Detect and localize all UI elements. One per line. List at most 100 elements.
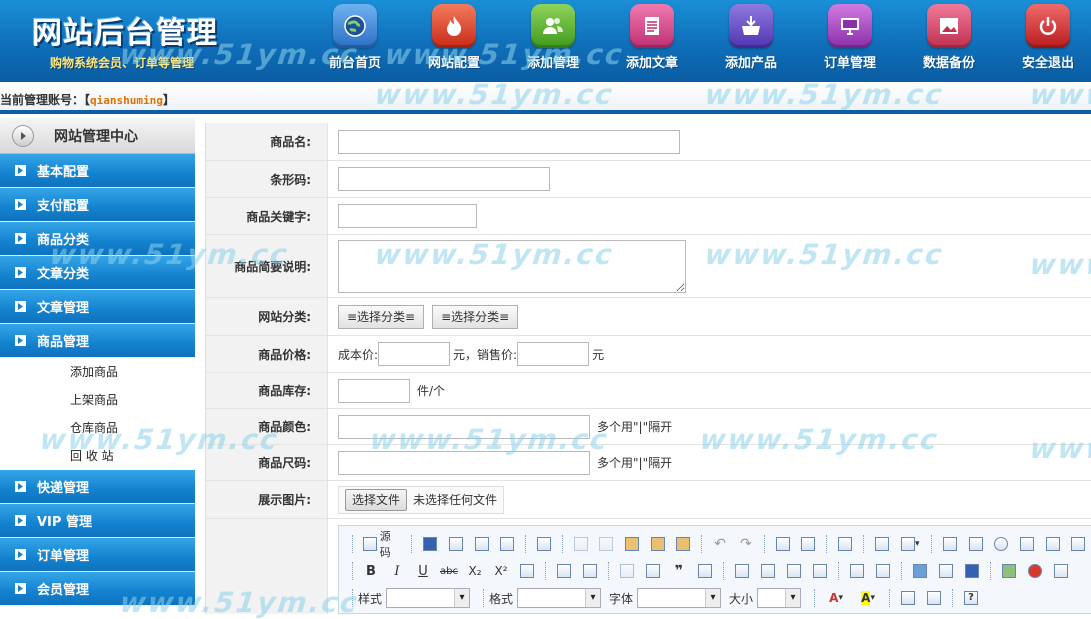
select-field-button[interactable] [1067, 534, 1089, 554]
text-color-button[interactable]: A ▾ [822, 588, 850, 608]
cost-price-input[interactable] [378, 342, 451, 366]
submenu-item-listed-products[interactable]: 上架商品 [0, 386, 195, 414]
spellcheck-button[interactable] [871, 534, 893, 554]
sidebar-item-basic-config[interactable]: 基本配置 [0, 154, 195, 188]
rtl-button[interactable] [872, 561, 894, 581]
format-select[interactable] [517, 588, 602, 608]
sidebar-item-product-management[interactable]: 商品管理 [0, 324, 195, 358]
align-right-icon [787, 564, 801, 578]
select-category-button-1[interactable]: ≡选择分类≡ [338, 304, 425, 329]
description-textarea[interactable] [338, 239, 686, 293]
sidebar-item-order-management[interactable]: 订单管理 [0, 538, 195, 572]
unlink-button[interactable] [935, 561, 957, 581]
indent-button[interactable] [642, 561, 664, 581]
flash-button[interactable] [1024, 561, 1046, 581]
find-button[interactable] [772, 534, 794, 554]
choose-file-button[interactable]: 选择文件 [345, 488, 408, 511]
radio-button[interactable] [990, 534, 1012, 554]
align-center-icon [761, 564, 775, 578]
select-category-button-2[interactable]: ≡选择分类≡ [432, 304, 519, 329]
table-button[interactable] [1050, 561, 1072, 581]
sidebar-item-article-category[interactable]: 文章分类 [0, 256, 195, 290]
replace-button[interactable] [797, 534, 819, 554]
form-button[interactable] [939, 534, 961, 554]
align-center-button[interactable] [757, 561, 779, 581]
paste-text-button[interactable] [647, 534, 669, 554]
source-button[interactable]: 源码 [360, 530, 404, 559]
submenu-item-recycle-bin[interactable]: 回 收 站 [0, 442, 195, 470]
product-name-input[interactable] [338, 129, 680, 154]
remove-format-button[interactable] [516, 561, 538, 581]
textfield-button[interactable] [1016, 534, 1038, 554]
nav-logout[interactable]: 安全退出 [1008, 4, 1088, 71]
bg-color-button[interactable]: A ▾ [854, 588, 882, 608]
sidebar-item-article-management[interactable]: 文章管理 [0, 290, 195, 324]
ltr-button[interactable] [846, 561, 868, 581]
nav-add-admin[interactable]: 添加管理 [513, 4, 593, 71]
keywords-input[interactable] [338, 204, 477, 228]
barcode-input[interactable] [338, 167, 550, 191]
nav-add-product[interactable]: 添加产品 [711, 4, 791, 71]
subscript-button[interactable]: X₂ [464, 561, 486, 581]
italic-button[interactable]: I [386, 561, 408, 581]
size-input[interactable] [338, 450, 590, 475]
sidebar-item-member-management[interactable]: 会员管理 [0, 572, 195, 606]
textarea-button[interactable] [1042, 534, 1064, 554]
redo-button[interactable]: ↷ [735, 534, 757, 554]
underline-button[interactable]: U [412, 561, 434, 581]
anchor-button[interactable] [961, 561, 983, 581]
copy-button[interactable] [596, 534, 618, 554]
spellcheck-dropdown-button[interactable]: ▾ [896, 534, 924, 554]
preview-button[interactable] [471, 534, 493, 554]
align-right-button[interactable] [783, 561, 805, 581]
font-select[interactable] [637, 588, 722, 608]
templates-button[interactable] [533, 534, 555, 554]
nav-add-article[interactable]: 添加文章 [612, 4, 692, 71]
form-row-description: 商品简要说明: [206, 235, 1091, 298]
sidebar-header[interactable]: 网站管理中心 [0, 118, 195, 154]
align-left-button[interactable] [731, 561, 753, 581]
sidebar-item-vip-management[interactable]: VIP 管理 [0, 504, 195, 538]
chevron-down-icon: ▾ [914, 539, 920, 549]
sidebar-item-express-management[interactable]: 快递管理 [0, 470, 195, 504]
sidebar-item-product-category[interactable]: 商品分类 [0, 222, 195, 256]
undo-button[interactable]: ↶ [709, 534, 731, 554]
div-container-button[interactable] [694, 561, 716, 581]
outdent-button[interactable] [616, 561, 638, 581]
nav-orders[interactable]: 订单管理 [810, 4, 890, 71]
stock-input[interactable] [338, 378, 410, 403]
paste-button[interactable] [621, 534, 643, 554]
select-all-button[interactable] [834, 534, 856, 554]
submenu-item-add-product[interactable]: 添加商品 [0, 358, 195, 386]
align-justify-button[interactable] [809, 561, 831, 581]
editor-toolbar-row-2: B I U abc X₂ X² ❞ [347, 559, 1074, 583]
cut-button[interactable] [570, 534, 592, 554]
bold-button[interactable]: B [360, 561, 382, 581]
strikethrough-button[interactable]: abc [438, 561, 460, 581]
font-size-select[interactable] [757, 588, 802, 608]
checkbox-icon [968, 537, 983, 551]
indent-icon [646, 564, 660, 578]
submenu-item-warehouse-products[interactable]: 仓库商品 [0, 414, 195, 442]
color-input[interactable] [338, 414, 590, 439]
blockquote-button[interactable]: ❞ [668, 561, 690, 581]
sale-price-input[interactable] [517, 342, 590, 366]
nav-backup[interactable]: 数据备份 [909, 4, 989, 71]
checkbox-button[interactable] [965, 534, 987, 554]
bulleted-list-button[interactable] [579, 561, 601, 581]
about-button[interactable]: ? [960, 588, 982, 608]
image-button[interactable] [998, 561, 1020, 581]
save-button[interactable] [419, 534, 441, 554]
style-select[interactable] [386, 588, 471, 608]
nav-site-config[interactable]: 网站配置 [414, 4, 494, 71]
new-page-button[interactable] [445, 534, 467, 554]
maximize-button[interactable] [897, 588, 919, 608]
superscript-button[interactable]: X² [490, 561, 512, 581]
paste-word-button[interactable] [673, 534, 695, 554]
nav-home[interactable]: 前台首页 [315, 4, 395, 71]
sidebar-item-payment-config[interactable]: 支付配置 [0, 188, 195, 222]
print-button[interactable] [497, 534, 519, 554]
numbered-list-button[interactable] [553, 561, 575, 581]
show-blocks-button[interactable] [923, 588, 945, 608]
link-button[interactable] [909, 561, 931, 581]
